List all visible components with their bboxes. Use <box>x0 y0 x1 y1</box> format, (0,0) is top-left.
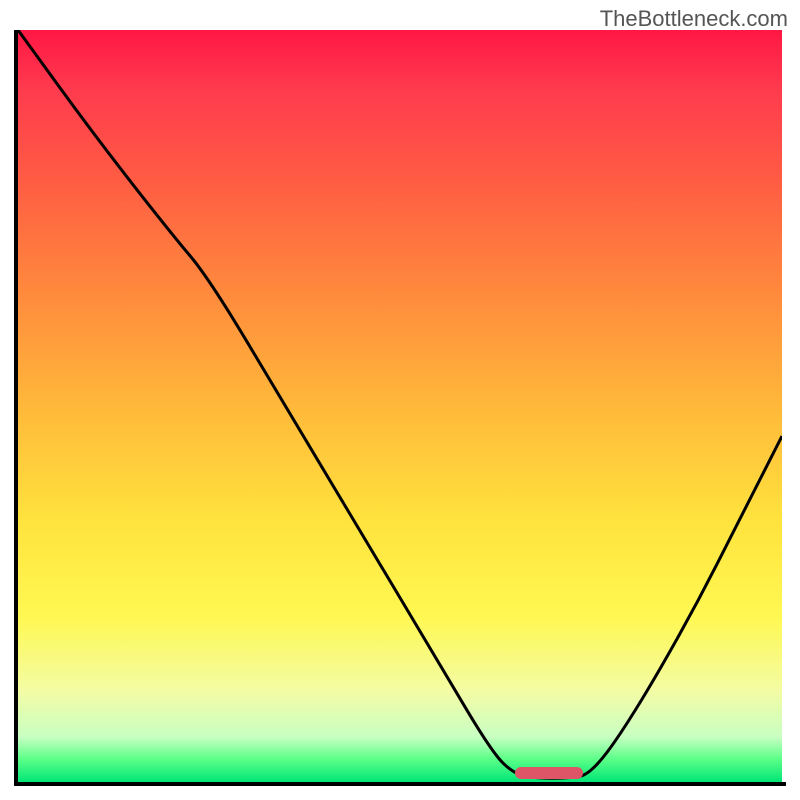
plot-area <box>18 30 782 782</box>
bottleneck-curve <box>18 30 782 782</box>
optimal-range-marker <box>515 767 584 779</box>
watermark-text: TheBottleneck.com <box>600 6 788 32</box>
chart-container: TheBottleneck.com <box>0 0 800 800</box>
x-axis <box>14 782 786 786</box>
